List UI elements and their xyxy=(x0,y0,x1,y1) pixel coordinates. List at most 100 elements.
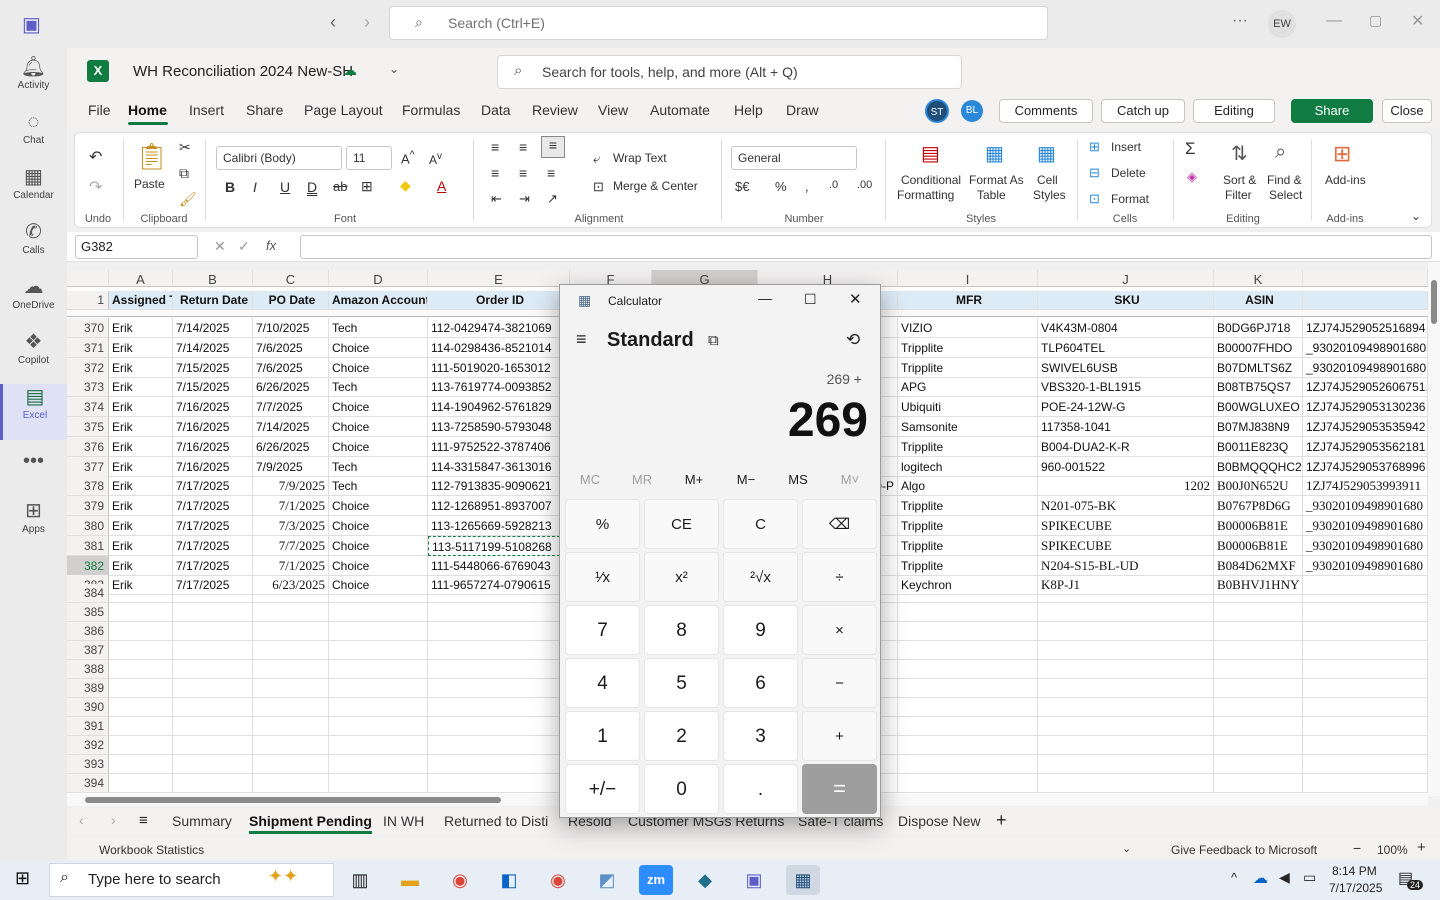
table-cell[interactable]: B004-DUA2-K-R xyxy=(1038,436,1214,457)
table-cell[interactable] xyxy=(109,774,173,793)
outlook-icon[interactable]: ◧ xyxy=(492,865,526,895)
table-cell[interactable] xyxy=(253,698,329,717)
table-cell[interactable]: SPIKECUBE xyxy=(1038,535,1214,556)
table-cell[interactable] xyxy=(1214,774,1303,793)
tab-home[interactable]: Home xyxy=(128,102,167,118)
row-header[interactable]: 379 xyxy=(67,496,109,517)
row-header[interactable]: 389 xyxy=(67,679,109,698)
fill-color-icon[interactable]: ◆ xyxy=(400,177,411,194)
font-name-select[interactable]: Calibri (Body) xyxy=(216,146,342,170)
table-cell[interactable]: 7/15/2025 xyxy=(173,357,253,378)
table-cell[interactable] xyxy=(898,755,1038,774)
table-cell[interactable]: Tripplite xyxy=(898,535,1038,556)
table-cell[interactable]: Choice xyxy=(329,496,428,517)
find-select-label[interactable]: Select xyxy=(1269,188,1302,202)
digit-3-button[interactable]: 3 xyxy=(723,711,798,761)
rail-apps[interactable]: ⊞ Apps xyxy=(0,498,67,554)
align-bottom-icon[interactable]: ≡ xyxy=(541,136,565,158)
table-cell[interactable] xyxy=(1038,622,1214,641)
table-cell[interactable]: B0DG6PJ718 xyxy=(1214,318,1303,338)
table-cell[interactable]: Tripplite xyxy=(898,337,1038,358)
table-cell[interactable]: Tech xyxy=(329,476,428,497)
onedrive-icon[interactable]: ☁ xyxy=(1253,869,1268,887)
table-cell[interactable]: Samsonite xyxy=(898,417,1038,437)
table-cell[interactable] xyxy=(1038,679,1214,698)
network-icon[interactable]: ▭ xyxy=(1303,869,1316,886)
table-cell[interactable] xyxy=(329,584,428,603)
table-cell[interactable]: 7/9/2025 xyxy=(253,476,329,497)
table-cell[interactable] xyxy=(173,698,253,717)
table-cell[interactable]: Tripplite xyxy=(898,555,1038,576)
cancel-icon[interactable]: ✕ xyxy=(214,238,226,255)
table-cell[interactable]: SWIVEL6USB xyxy=(1038,357,1214,378)
minimize-icon[interactable]: — xyxy=(1326,12,1342,30)
more-options-icon[interactable]: ··· xyxy=(1232,12,1248,30)
name-box[interactable]: G382 xyxy=(75,235,198,259)
underline-icon[interactable]: U xyxy=(280,179,290,195)
rail-calendar[interactable]: ▦ Calendar xyxy=(0,164,67,220)
scroll-thumb[interactable] xyxy=(85,797,501,803)
table-cell[interactable] xyxy=(1214,622,1303,641)
table-cell[interactable]: 7/9/2025 xyxy=(253,456,329,477)
table-cell[interactable] xyxy=(1038,698,1214,717)
table-cell[interactable] xyxy=(1038,603,1214,622)
workbook-statistics[interactable]: Workbook Statistics xyxy=(99,843,204,857)
multiply-button[interactable]: × xyxy=(802,605,877,655)
table-cell[interactable]: B07DMLTS6Z xyxy=(1214,357,1303,378)
table-cell[interactable]: 1ZJ74J529053535942 xyxy=(1303,417,1428,437)
table-cell[interactable]: TLP604TEL xyxy=(1038,337,1214,358)
table-cell[interactable] xyxy=(109,717,173,736)
workbook-title[interactable]: WH Reconciliation 2024 New-SH xyxy=(133,63,353,80)
table-cell[interactable] xyxy=(428,660,570,679)
rail-excel[interactable]: ▤ Excel xyxy=(0,384,67,440)
strikethrough-icon[interactable]: ab xyxy=(333,179,347,194)
table-cell[interactable] xyxy=(329,736,428,755)
table-cell[interactable] xyxy=(253,679,329,698)
chevron-down-icon[interactable]: ⌄ xyxy=(1122,842,1131,855)
subtract-button[interactable]: − xyxy=(802,658,877,708)
table-cell[interactable]: 113-7619774-0093852 xyxy=(428,377,570,398)
table-cell[interactable] xyxy=(1303,622,1428,641)
minimize-icon[interactable]: — xyxy=(758,290,772,306)
table-cell[interactable]: Ubiquiti xyxy=(898,397,1038,418)
row-header[interactable]: 384 xyxy=(67,584,109,603)
column-header[interactable]: E xyxy=(428,270,570,287)
decimal-button[interactable]: . xyxy=(723,764,798,814)
digit-8-button[interactable]: 8 xyxy=(644,605,719,655)
row-header[interactable]: 394 xyxy=(67,774,109,793)
ribbon-collapse-icon[interactable]: ⌄ xyxy=(1411,209,1421,223)
table-cell[interactable]: 7/16/2025 xyxy=(173,417,253,437)
table-cell[interactable]: 1ZJ74J529053993911 xyxy=(1303,476,1428,497)
tab-help[interactable]: Help xyxy=(734,102,763,118)
header-cell[interactable]: Amazon Account xyxy=(329,291,428,310)
table-cell[interactable]: V4K43M-0804 xyxy=(1038,318,1214,338)
borders-icon[interactable]: ⊞ xyxy=(361,178,373,195)
row-header[interactable]: 1 xyxy=(67,291,109,310)
tab-view[interactable]: View xyxy=(598,102,628,118)
digit-1-button[interactable]: 1 xyxy=(565,711,640,761)
table-cell[interactable]: 7/10/2025 xyxy=(253,318,329,338)
table-cell[interactable]: 117358-1041 xyxy=(1038,417,1214,437)
table-cell[interactable] xyxy=(898,584,1038,603)
header-cell[interactable]: Order ID xyxy=(428,291,570,310)
table-cell[interactable] xyxy=(329,755,428,774)
clock-date[interactable]: 7/17/2025 xyxy=(1329,881,1382,895)
share-button[interactable]: Share xyxy=(1291,99,1373,123)
equals-button[interactable]: = xyxy=(802,764,877,814)
table-cell[interactable]: 7/14/2025 xyxy=(173,337,253,358)
table-cell[interactable]: Choice xyxy=(329,535,428,556)
row-header[interactable]: 378 xyxy=(67,476,109,497)
memory-clear-button[interactable]: MC xyxy=(564,472,616,487)
table-cell[interactable] xyxy=(1303,717,1428,736)
autosum-icon[interactable]: Σ xyxy=(1185,139,1196,159)
row-header[interactable]: 370 xyxy=(67,318,109,338)
table-cell[interactable]: Choice xyxy=(329,337,428,358)
sheet-tab[interactable]: IN WH xyxy=(383,813,424,829)
table-cell[interactable]: 111-5019020-1653012 xyxy=(428,357,570,378)
add-button[interactable]: + xyxy=(802,711,877,761)
delete-cells-icon[interactable]: ⊟ xyxy=(1089,165,1100,181)
table-cell[interactable] xyxy=(1303,603,1428,622)
table-cell[interactable] xyxy=(253,622,329,641)
number-format-select[interactable]: General xyxy=(731,146,857,170)
table-cell[interactable]: 7/6/2025 xyxy=(253,357,329,378)
